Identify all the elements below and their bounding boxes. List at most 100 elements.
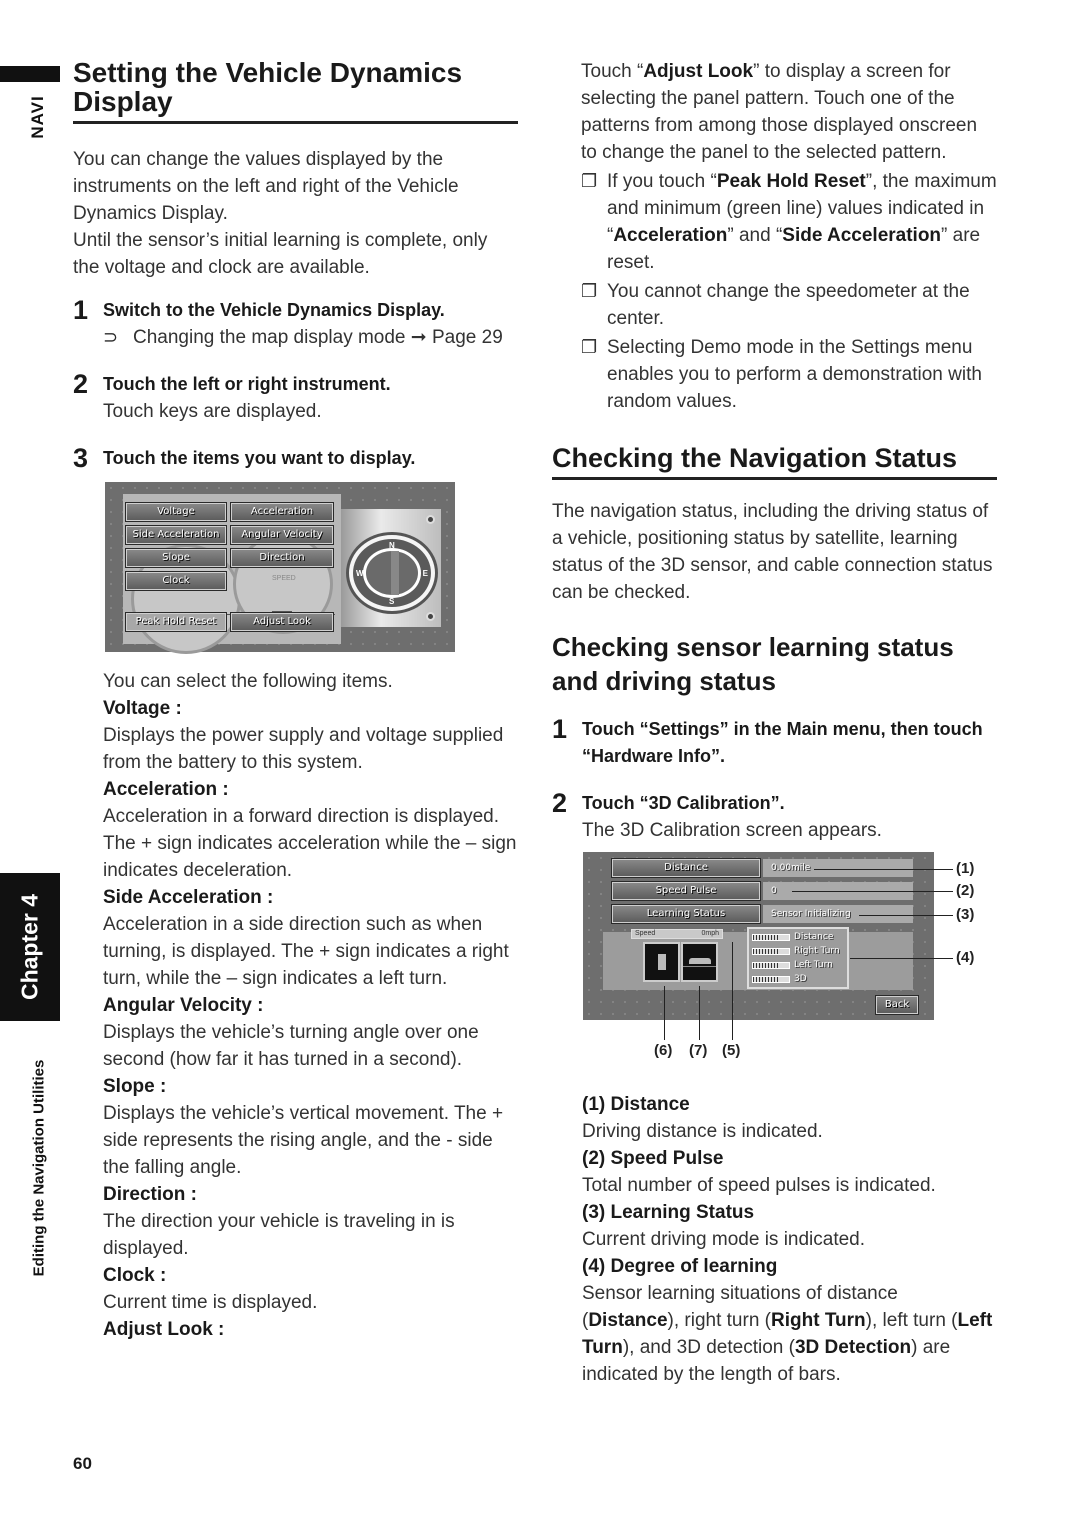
intro-paragraph-2: Until the sensor’s initial learning is c…	[73, 230, 488, 278]
learning-row-3d: 3D	[752, 973, 807, 985]
page-number: 60	[73, 1454, 92, 1473]
adjust-look-paragraph: Touch “Adjust Look” to display a screen …	[552, 58, 997, 166]
learning-status-value: Sensor Initializing	[763, 905, 913, 923]
learning-row-distance: Distance	[752, 931, 833, 943]
step-number: 2	[73, 369, 89, 399]
note-text: If you touch “Peak Hold Reset”, the maxi…	[607, 168, 997, 276]
speed-gauge-label: SPEED	[272, 575, 296, 582]
step-1: 1 Switch to the Vehicle Dynamics Display…	[73, 297, 518, 324]
item-heading: Acceleration :	[103, 779, 229, 800]
chapter-label: Chapter 4	[16, 893, 43, 1001]
calibration-screen: Distance 0.00mile Speed Pulse 0 Learning…	[583, 852, 934, 1020]
cross-reference: ⊃ Changing the map display mode ➞ Page 2…	[73, 324, 518, 351]
adjust-look-button[interactable]: Adjust Look	[230, 612, 334, 632]
step-2-detail: The 3D Calibration screen appears.	[582, 820, 882, 841]
step-3: 3 Touch the items you want to display.	[73, 445, 518, 472]
note-text: You cannot change the speedometer at the…	[607, 281, 970, 329]
vehicle-dynamics-screen: SPEED 62.1 Voltage Acceleration Side Acc…	[105, 482, 455, 654]
callout-line-3	[859, 915, 953, 916]
section-side-label: Editing the Navigation Utilities	[28, 1030, 50, 1305]
side-acceleration-button[interactable]: Side Acceleration	[125, 525, 227, 545]
item-description: Acceleration in a side direction such as…	[103, 914, 509, 989]
step-number: 3	[73, 443, 89, 473]
note-checkbox-icon: ❐	[581, 337, 598, 357]
learning-bar	[752, 961, 790, 969]
step-text: Touch “Settings” in the Main menu, then …	[582, 719, 983, 766]
learning-degree-panel: Distance Right Turn Left Turn 3D	[747, 927, 849, 989]
compass-north: N	[389, 541, 395, 550]
peak-hold-reset-button[interactable]: Peak Hold Reset	[125, 612, 227, 632]
left-column: Setting the Vehicle Dynamics Display You…	[73, 58, 518, 1343]
right-column: Touch “Adjust Look” to display a screen …	[552, 58, 997, 1388]
step-2: 2 Touch “3D Calibration”.	[552, 790, 997, 817]
learning-bar-fill	[753, 976, 780, 982]
learning-status-button[interactable]: Learning Status	[611, 904, 761, 924]
legend-description: Driving distance is indicated.	[582, 1121, 823, 1142]
car-side-icon	[689, 958, 711, 964]
callout-line-5	[732, 942, 733, 1040]
instrument-panel: SPEED 62.1 Voltage Acceleration Side Acc…	[123, 494, 341, 654]
compass-west: W	[356, 569, 364, 578]
learning-row-right-turn: Right Turn	[752, 945, 840, 957]
direction-button[interactable]: Direction	[230, 548, 334, 568]
navigation-status-intro: The navigation status, including the dri…	[552, 501, 993, 603]
learning-bar-fill	[753, 962, 780, 968]
legend-learning-status: (3) Learning Status Current driving mode…	[582, 1199, 997, 1253]
learning-bar-fill	[753, 934, 780, 940]
compass-icon: N E S W	[349, 535, 435, 611]
legend-description: Total number of speed pulses is indicate…	[582, 1175, 936, 1196]
speed-pulse-button[interactable]: Speed Pulse	[611, 881, 761, 901]
section-title-vehicle-dynamics: Setting the Vehicle Dynamics Display	[73, 58, 518, 124]
item-heading: Clock :	[103, 1265, 167, 1286]
clock-button[interactable]: Clock	[125, 571, 227, 591]
item-clock: Clock : Current time is displayed.	[103, 1262, 518, 1316]
item-description: Current time is displayed.	[103, 1292, 318, 1313]
compass-instrument[interactable]: N E S W	[341, 509, 441, 627]
item-description: Displays the vehicle’s turning angle ove…	[103, 1022, 479, 1070]
item-heading: Slope :	[103, 1076, 167, 1097]
callout-line-6	[664, 986, 665, 1040]
item-heading: Voltage :	[103, 698, 182, 719]
distance-button[interactable]: Distance	[611, 858, 761, 878]
compass-needle-icon	[391, 551, 399, 595]
emphasis: Acceleration	[613, 225, 728, 246]
item-heading: Angular Velocity :	[103, 995, 264, 1016]
text: ” and “	[727, 225, 783, 246]
chapter-tab: Chapter 4	[0, 873, 60, 1021]
item-heading: Direction :	[103, 1184, 197, 1205]
callout-label-4: (4)	[956, 949, 975, 966]
learning-label: 3D	[794, 974, 807, 984]
callout-label-7: (7)	[689, 1042, 708, 1059]
learning-label: Distance	[794, 932, 834, 942]
step-2-detail: Touch keys are displayed.	[103, 401, 322, 422]
step-number: 1	[73, 295, 89, 325]
item-description: Acceleration in a forward direction is d…	[103, 806, 517, 881]
select-intro: You can select the following items.	[103, 671, 393, 692]
learning-bar	[752, 933, 790, 941]
slope-button[interactable]: Slope	[125, 548, 227, 568]
callout-label-2: (2)	[956, 882, 975, 899]
item-heading: Side Acceleration :	[103, 887, 274, 908]
cross-reference-link[interactable]: Changing the map display mode ➞ Page 29	[133, 324, 518, 351]
legend-speed-pulse: (2) Speed Pulse Total number of speed pu…	[582, 1145, 997, 1199]
distance-value: 0.00mile	[763, 859, 913, 877]
item-description: Displays the power supply and voltage su…	[103, 725, 504, 773]
back-button[interactable]: Back	[875, 995, 919, 1015]
learning-bar	[752, 975, 790, 983]
compass-dial	[363, 548, 421, 598]
legend-heading: (1) Distance	[582, 1094, 690, 1115]
text: ), right turn (	[667, 1310, 772, 1331]
compass-south: S	[389, 597, 395, 606]
section-title-navigation-status: Checking the Navigation Status	[552, 441, 997, 480]
learning-label: Right Turn	[794, 946, 840, 956]
text: If you touch “	[607, 171, 717, 192]
section-label-text: Editing the Navigation Utilities	[30, 1059, 48, 1276]
callout-label-6: (6)	[654, 1042, 673, 1059]
text: ), and 3D detection (	[622, 1337, 795, 1358]
subsection-title-sensor-learning: Checking sensor learning status and driv…	[552, 632, 954, 696]
voltage-button[interactable]: Voltage	[125, 502, 227, 522]
text: Touch “	[581, 61, 644, 82]
acceleration-button[interactable]: Acceleration	[230, 502, 334, 522]
step-number: 1	[552, 714, 568, 744]
angular-velocity-button[interactable]: Angular Velocity	[230, 525, 334, 545]
